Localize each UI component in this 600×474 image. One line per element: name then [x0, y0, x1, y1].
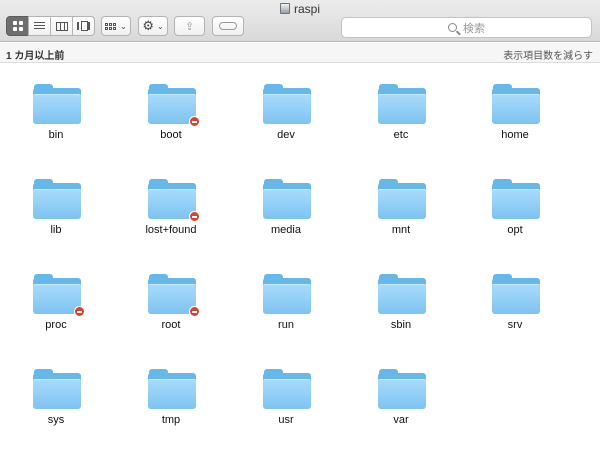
folder-item-srv[interactable]: srv — [467, 254, 563, 334]
folder-icon — [492, 274, 540, 314]
icon-view-button[interactable] — [6, 16, 29, 36]
folder-item-usr[interactable]: usr — [238, 349, 334, 429]
arrange-grid-icon — [105, 22, 117, 30]
folder-label: tmp — [161, 414, 181, 426]
folder-icon — [492, 179, 540, 219]
folder-item-boot[interactable]: boot — [123, 64, 219, 144]
folder-item-sbin[interactable]: sbin — [353, 254, 449, 334]
folder-icon — [378, 84, 426, 124]
view-mode-segmented-control — [6, 16, 95, 36]
drive-icon — [279, 3, 290, 14]
column-view-button[interactable] — [50, 16, 73, 36]
coverflow-view-icon — [77, 21, 90, 31]
folder-label: srv — [507, 319, 523, 331]
folder-item-var[interactable]: var — [353, 349, 449, 429]
window-titlebar: raspi ⌄ ⚙ ⌄ ⇪ 検索 — [0, 0, 600, 42]
folder-label: media — [271, 224, 301, 236]
folder-icon — [33, 274, 85, 317]
folder-icon — [263, 369, 311, 409]
folder-label: dev — [277, 129, 295, 141]
folder-label: bin — [48, 129, 64, 141]
folder-item-mnt[interactable]: mnt — [353, 159, 449, 239]
folder-icon — [263, 179, 311, 219]
folder-label: sbin — [390, 319, 412, 331]
coverflow-view-button[interactable] — [72, 16, 95, 36]
folder-icon — [263, 84, 311, 124]
folder-item-media[interactable]: media — [238, 159, 334, 239]
folder-icon — [148, 369, 196, 409]
folder-label: etc — [393, 129, 409, 141]
no-access-badge-icon — [189, 306, 200, 317]
no-access-badge-icon — [74, 306, 85, 317]
folder-item-opt[interactable]: opt — [467, 159, 563, 239]
search-icon — [448, 23, 457, 32]
search-field[interactable]: 検索 — [341, 17, 592, 38]
folder-label: home — [501, 129, 529, 141]
window-title: raspi — [0, 2, 600, 16]
edit-tags-button[interactable] — [212, 16, 244, 36]
action-control: ⚙ ⌄ — [138, 16, 168, 36]
folder-item-tmp[interactable]: tmp — [123, 349, 219, 429]
folder-item-bin[interactable]: bin — [8, 64, 104, 144]
no-access-badge-icon — [189, 116, 200, 127]
folder-icon — [148, 179, 200, 222]
folder-grid: bin boot dev etc home lib lost+found media mnt op… — [0, 64, 600, 474]
column-view-icon — [55, 21, 68, 31]
folder-label: var — [393, 414, 409, 426]
folder-label: usr — [278, 414, 294, 426]
folder-label: mnt — [391, 224, 411, 236]
share-button[interactable]: ⇪ — [174, 16, 205, 36]
folder-icon — [33, 84, 81, 124]
folder-icon — [33, 179, 81, 219]
group-header-bar: 1 カ月以上前 表示項目数を減らす — [0, 43, 600, 63]
search-placeholder: 検索 — [463, 22, 485, 35]
icon-view-icon — [12, 21, 23, 31]
action-menu-button[interactable]: ⚙ ⌄ — [138, 16, 168, 36]
folder-item-home[interactable]: home — [467, 64, 563, 144]
no-access-badge-icon — [189, 211, 200, 222]
folder-icon — [378, 369, 426, 409]
gear-icon: ⚙ — [142, 18, 154, 33]
folder-item-run[interactable]: run — [238, 254, 334, 334]
chevron-down-icon: ⌄ — [156, 21, 164, 31]
folder-icon — [378, 274, 426, 314]
folder-item-dev[interactable]: dev — [238, 64, 334, 144]
folder-icon — [148, 84, 200, 127]
folder-icon — [378, 179, 426, 219]
group-by-control: ⌄ — [101, 16, 131, 36]
group-by-button[interactable]: ⌄ — [101, 16, 131, 36]
folder-label: boot — [160, 129, 182, 141]
folder-item-proc[interactable]: proc — [8, 254, 104, 334]
folder-label: run — [278, 319, 294, 331]
folder-label: proc — [45, 319, 67, 331]
folder-item-lib[interactable]: lib — [8, 159, 104, 239]
window-title-text: raspi — [293, 2, 320, 16]
folder-label: lost+found — [145, 224, 197, 236]
share-control: ⇪ — [174, 16, 205, 36]
folder-item-sys[interactable]: sys — [8, 349, 104, 429]
folder-label: root — [161, 319, 181, 331]
folder-icon — [492, 84, 540, 124]
tag-icon — [219, 22, 237, 30]
list-view-icon — [34, 21, 45, 31]
folder-label: opt — [507, 224, 523, 236]
chevron-down-icon: ⌄ — [120, 21, 127, 31]
folder-label: lib — [50, 224, 62, 236]
share-icon: ⇪ — [184, 20, 195, 33]
folder-item-etc[interactable]: etc — [353, 64, 449, 144]
folder-icon — [148, 274, 200, 317]
show-fewer-link[interactable]: 表示項目数を減らす — [503, 47, 593, 62]
folder-icon — [263, 274, 311, 314]
folder-item-lost-found[interactable]: lost+found — [123, 159, 219, 239]
folder-item-root[interactable]: root — [123, 254, 219, 334]
folder-label: sys — [47, 414, 65, 426]
group-title: 1 カ月以上前 — [6, 51, 65, 62]
tag-control — [212, 16, 244, 36]
list-view-button[interactable] — [28, 16, 51, 36]
folder-icon — [33, 369, 81, 409]
